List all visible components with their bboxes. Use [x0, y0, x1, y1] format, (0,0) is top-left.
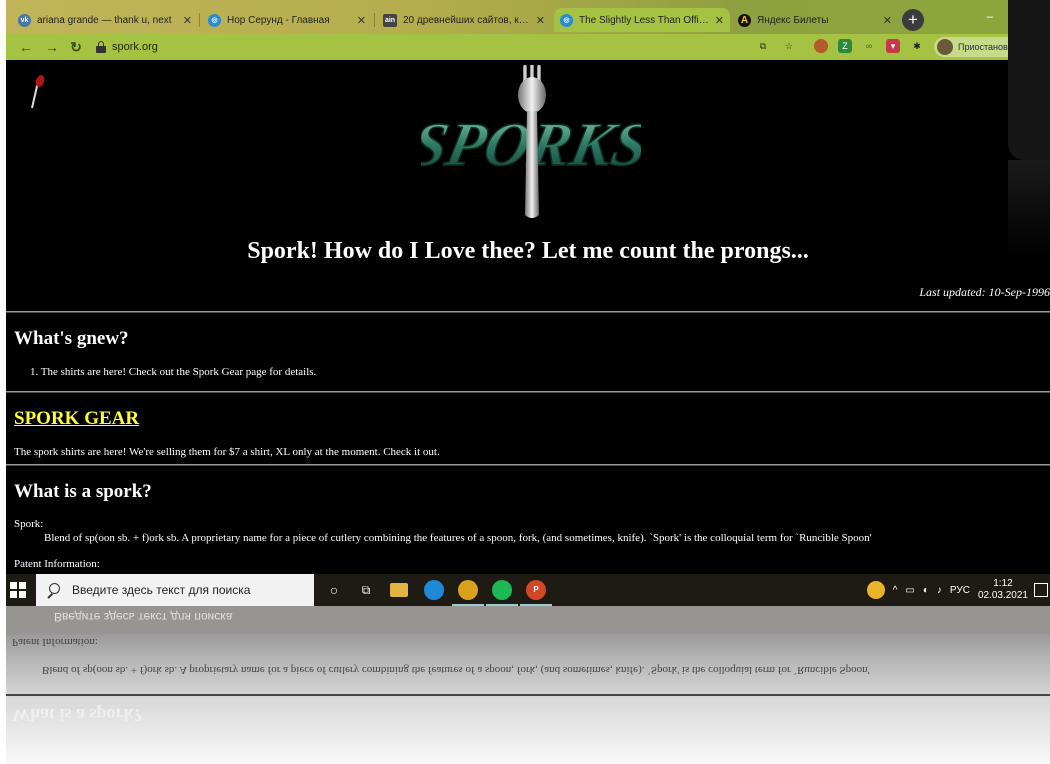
last-updated: Last updated: 10-Sep-1996	[919, 285, 1050, 299]
spork-gear-link-text[interactable]: SPORK GEAR	[14, 408, 139, 429]
powerpoint-icon[interactable]: P	[520, 580, 552, 606]
globe-icon: ◎	[560, 13, 573, 27]
divider	[6, 311, 1050, 313]
forward-arrow-icon[interactable]: →	[42, 38, 62, 56]
close-icon[interactable]: ✕	[357, 14, 366, 27]
windows-start-icon[interactable]	[10, 582, 26, 598]
screen-glare	[1008, 160, 1050, 260]
extension-icon[interactable]: Z	[838, 39, 852, 53]
yandex-tickets-icon: A	[738, 13, 751, 27]
close-icon[interactable]: ✕	[715, 14, 724, 27]
chevron-up-icon[interactable]: ^	[893, 585, 898, 596]
lock-icon	[96, 41, 106, 53]
battery-icon[interactable]: ▭	[905, 585, 914, 596]
tab-label: Нор Серунд - Главная	[227, 14, 330, 26]
reflected-text: Blend of sp(oon sb. + f)ork sb. A propri…	[42, 664, 870, 676]
tab-spork-active[interactable]: ◎ The Slightly Less Than Officia... ✕	[554, 8, 730, 32]
windows-taskbar: Введите здесь текст для поиска ○ ⧉ P ^ ▭…	[6, 574, 1050, 606]
spork-gear-link[interactable]: SPORK GEAR	[14, 408, 139, 430]
close-icon[interactable]: ✕	[536, 14, 545, 27]
what-is-spork-heading: What is a spork?	[14, 481, 152, 502]
minimize-button[interactable]: –	[968, 9, 1012, 29]
reflected-heading: What is a spork?	[12, 705, 143, 725]
reflected-search-text: Введите здесь текст для поиска	[54, 610, 233, 624]
tab-yandex-tickets[interactable]: A Яндекс Билеты ✕	[732, 8, 898, 32]
close-icon[interactable]: ✕	[183, 14, 192, 27]
tab-label: ariana grande — thank u, next	[37, 14, 172, 26]
tab-nor-serund[interactable]: ◎ Нор Серунд - Главная ✕	[202, 8, 372, 32]
language-indicator[interactable]: РУС	[950, 585, 970, 596]
vk-icon: vk	[18, 13, 31, 27]
spork-term: Spork:	[14, 518, 44, 530]
tab-adme[interactable]: ain 20 древнейших сайтов, котор... ✕	[377, 8, 551, 32]
clock[interactable]: 1:12 02.03.2021	[978, 578, 1028, 602]
network-icon[interactable]: ◐	[923, 585, 929, 596]
clock-time: 1:12	[993, 578, 1013, 589]
adme-icon: ain	[383, 13, 397, 27]
system-tray: ^ ▭ ◐ ♪ РУС 1:12 02.03.2021	[866, 574, 1050, 606]
divider	[6, 464, 1050, 466]
search-icon	[46, 583, 60, 597]
spork-definition: Blend of sp(oon sb. + f)ork sb. A propri…	[44, 532, 872, 544]
profile-label: Приостанов	[958, 42, 1008, 52]
notifications-icon[interactable]	[1034, 583, 1048, 597]
edge-icon[interactable]	[424, 580, 444, 600]
url-text[interactable]: spork.org	[112, 41, 158, 53]
tab-label: 20 древнейших сайтов, котор...	[403, 14, 532, 26]
task-view-icon[interactable]: ⧉	[356, 580, 376, 600]
spotify-icon[interactable]	[486, 580, 518, 606]
screen-glare	[1008, 0, 1050, 160]
tab-label: The Slightly Less Than Officia...	[579, 14, 711, 26]
reload-icon[interactable]: ↻	[66, 38, 86, 56]
web-page: SPORKS Spork! How do I Love thee? Let me…	[6, 60, 1050, 574]
whats-gnew-heading: What's gnew?	[14, 328, 129, 349]
avatar	[937, 39, 953, 55]
screen-reflection: Введите здесь текст для поиска Patent In…	[6, 606, 1050, 764]
extension-icon[interactable]: ∞	[862, 39, 876, 53]
reflected-taskbar: Введите здесь текст для поиска	[6, 606, 1050, 634]
browser-toolbar: ← → ↻ spork.org ⧉ ☆ Z ∞ ▾ ✱ Приостанов	[6, 34, 1050, 60]
spork-logo: SPORKS	[421, 65, 641, 218]
file-explorer-icon[interactable]	[390, 583, 408, 597]
extension-icon[interactable]	[814, 39, 828, 53]
back-arrow-icon[interactable]: ←	[16, 38, 36, 56]
globe-icon: ◎	[208, 13, 221, 27]
screen: vk ariana grande — thank u, next ✕ ◎ Нор…	[6, 0, 1050, 606]
tab-label: Яндекс Билеты	[757, 14, 829, 26]
close-icon[interactable]: ✕	[883, 14, 892, 27]
tab-ariana[interactable]: vk ariana grande — thank u, next ✕	[12, 8, 198, 32]
list-item: 1. The shirts are here! Check out the Sp…	[30, 366, 317, 378]
taskbar-search[interactable]: Введите здесь текст для поиска	[36, 574, 314, 606]
star-icon[interactable]: ☆	[782, 39, 796, 53]
patent-info-label: Patent Information:	[14, 558, 100, 570]
search-placeholder: Введите здесь текст для поиска	[72, 583, 251, 597]
pocket-icon[interactable]: ▾	[886, 39, 900, 53]
spork-corner-icon	[31, 75, 45, 109]
help-icon[interactable]	[866, 581, 885, 599]
puzzle-icon[interactable]: ✱	[910, 39, 924, 53]
chrome-icon[interactable]	[452, 580, 484, 606]
clock-date: 02.03.2021	[977, 590, 1028, 601]
page-headline: Spork! How do I Love thee? Let me count …	[247, 238, 809, 264]
new-tab-button[interactable]: +	[902, 9, 924, 31]
cortana-icon[interactable]: ○	[324, 580, 344, 600]
tab-strip: vk ariana grande — thank u, next ✕ ◎ Нор…	[6, 0, 1050, 34]
divider	[6, 391, 1050, 393]
gear-description: The spork shirts are here! We're selling…	[14, 446, 440, 458]
translate-icon[interactable]: ⧉	[756, 39, 770, 53]
address-bar[interactable]: spork.org	[94, 37, 994, 57]
reflected-text: Patent Information:	[12, 636, 98, 648]
volume-icon[interactable]: ♪	[937, 585, 942, 596]
